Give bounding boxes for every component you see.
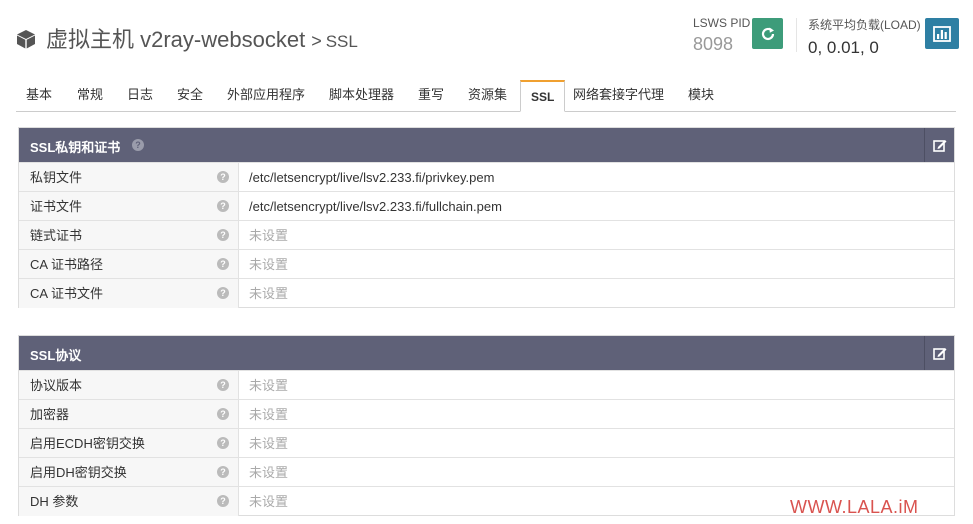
panel-header: SSL私钥和证书 ? [19,128,954,162]
page-header: 虚拟主机 v2ray-websocket > SSL LSWS PID 8098… [0,0,973,70]
row-value: 未设置 [249,494,289,509]
load-block: 系统平均负载(LOAD) 0, 0.01, 0 [808,16,921,58]
table-row: 私钥文件 ? /etc/letsencrypt/live/lsv2.233.fi… [19,162,954,192]
row-value: 未设置 [249,378,289,393]
vhost-title: 虚拟主机 v2ray-websocket [46,27,306,52]
row-label: 启用ECDH密钥交换 [19,429,239,458]
tab-external-app[interactable]: 外部应用程序 [217,80,315,111]
row-value: /etc/letsencrypt/live/lsv2.233.fi/fullch… [249,199,502,214]
help-icon[interactable]: ? [217,229,229,241]
row-value: 未设置 [249,228,289,243]
help-icon[interactable]: ? [217,408,229,420]
table-row: 启用ECDH密钥交换 ? 未设置 [19,428,954,458]
table-row: CA 证书路径 ? 未设置 [19,249,954,279]
row-label: CA 证书文件 [19,279,239,308]
edit-button[interactable] [924,336,954,370]
stats-button[interactable] [925,18,959,49]
row-label: CA 证书路径 [19,250,239,279]
row-value: 未设置 [249,407,289,422]
tab-script-handler[interactable]: 脚本处理器 [319,80,404,111]
tab-bar: 基本 常规 日志 安全 外部应用程序 脚本处理器 重写 资源集 SSL 网络套接… [16,80,956,112]
tab-security[interactable]: 安全 [167,80,213,111]
help-icon[interactable]: ? [217,379,229,391]
restart-button[interactable] [752,18,783,49]
table-row: 链式证书 ? 未设置 [19,220,954,250]
ssl-cert-panel: SSL私钥和证书 ? 私钥文件 ? /etc/letsencrypt/live/… [18,127,955,308]
refresh-icon [761,27,774,40]
row-label: DH 参数 [19,487,239,516]
help-icon[interactable]: ? [217,171,229,183]
breadcrumb-separator: > [311,31,322,51]
row-label: 启用DH密钥交换 [19,458,239,487]
row-value: 未设置 [249,286,289,301]
table-row: CA 证书文件 ? 未设置 [19,278,954,308]
tab-modules[interactable]: 模块 [678,80,724,111]
edit-icon [932,347,946,360]
pid-label: LSWS PID [693,16,751,30]
tab-basic[interactable]: 基本 [16,80,62,111]
row-value: /etc/letsencrypt/live/lsv2.233.fi/privke… [249,170,495,185]
edit-icon [932,139,946,152]
help-icon[interactable]: ? [217,466,229,478]
panel-title: SSL私钥和证书 [30,140,121,155]
bar-chart-icon [933,25,951,42]
row-value: 未设置 [249,436,289,451]
tab-context[interactable]: 资源集 [458,80,517,111]
panel-title: SSL协议 [30,348,82,363]
panel-header: SSL协议 [19,336,954,370]
help-icon[interactable]: ? [217,287,229,299]
pid-block: LSWS PID 8098 [693,16,750,55]
row-label: 链式证书 [19,221,239,250]
tab-websocket-proxy[interactable]: 网络套接字代理 [563,80,674,111]
help-icon[interactable]: ? [217,495,229,507]
row-value: 未设置 [249,465,289,480]
table-row: 加密器 ? 未设置 [19,399,954,429]
watermark: WWW.LALA.iM [790,497,919,517]
table-row: 协议版本 ? 未设置 [19,370,954,400]
row-label: 加密器 [19,400,239,429]
row-label: 协议版本 [19,371,239,400]
row-value: 未设置 [249,257,289,272]
load-value: 0, 0.01, 0 [808,38,879,57]
cube-icon [17,30,35,49]
page-title: 虚拟主机 v2ray-websocket > SSL [16,22,358,54]
ssl-protocol-panel: SSL协议 协议版本 ? 未设置 加密器 ? 未设置 启用ECDH密钥交换 ? … [18,335,955,516]
help-icon[interactable]: ? [132,139,144,151]
pid-value: 8098 [693,34,734,54]
table-row: 启用DH密钥交换 ? 未设置 [19,457,954,487]
tab-rewrite[interactable]: 重写 [408,80,454,111]
tab-log[interactable]: 日志 [117,80,163,111]
table-row: 证书文件 ? /etc/letsencrypt/live/lsv2.233.fi… [19,191,954,221]
edit-button[interactable] [924,128,954,162]
tab-ssl[interactable]: SSL [520,80,566,112]
help-icon[interactable]: ? [217,437,229,449]
tab-general[interactable]: 常规 [67,80,113,111]
row-label: 私钥文件 [19,163,239,192]
help-icon[interactable]: ? [217,258,229,270]
header-divider [796,18,797,52]
row-label: 证书文件 [19,192,239,221]
breadcrumb-current: SSL [325,32,358,51]
help-icon[interactable]: ? [217,200,229,212]
load-label: 系统平均负载(LOAD) [808,18,921,32]
